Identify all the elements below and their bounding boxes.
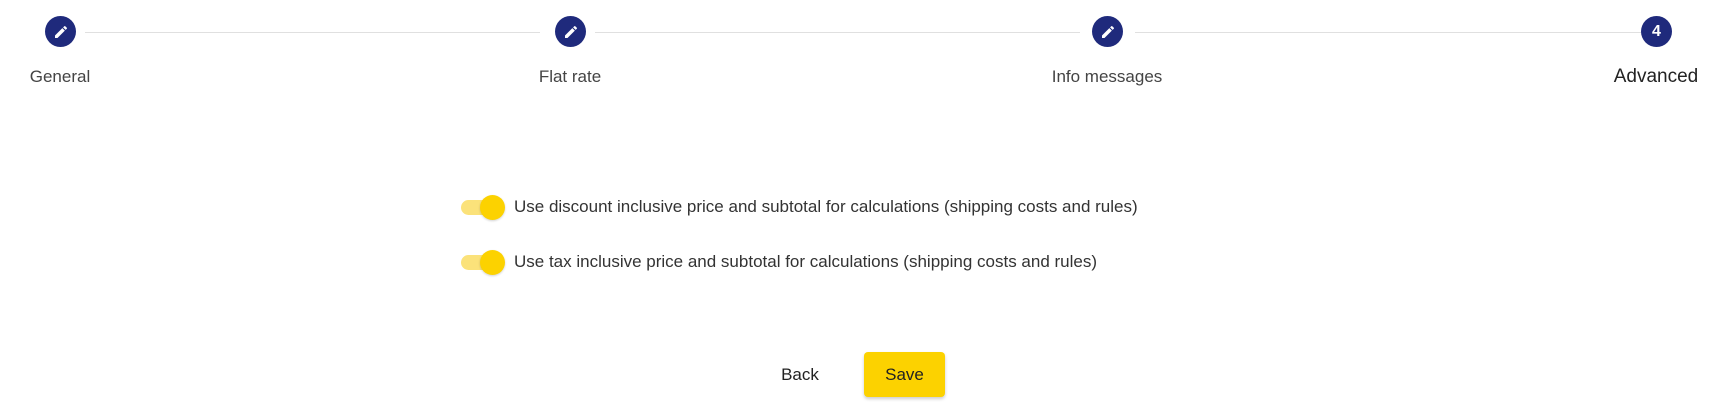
save-button[interactable]: Save (864, 352, 945, 397)
step-connector (595, 32, 1080, 33)
back-button[interactable]: Back (762, 355, 838, 395)
step-info-messages-circle[interactable] (1092, 16, 1123, 47)
toggle-thumb[interactable] (480, 250, 505, 275)
pencil-icon (1101, 25, 1114, 38)
step-flat-rate-label: Flat rate (538, 67, 602, 86)
step-general-label: General (29, 67, 91, 86)
step-advanced-label: Advanced (1613, 66, 1699, 87)
step-connector (85, 32, 540, 33)
step-connector (1135, 32, 1645, 33)
pencil-icon (54, 25, 67, 38)
tax-inclusive-toggle[interactable] (459, 247, 505, 277)
discount-inclusive-option: Use discount inclusive price and subtota… (459, 192, 1138, 222)
toggle-thumb[interactable] (480, 195, 505, 220)
tax-inclusive-label: Use tax inclusive price and subtotal for… (514, 252, 1098, 271)
discount-inclusive-toggle[interactable] (459, 192, 505, 222)
stepper: General Flat rate Info messages 4 Advanc… (0, 0, 1727, 100)
step-general-circle[interactable] (45, 16, 76, 47)
step-advanced-number[interactable]: 4 (1641, 16, 1672, 47)
step-flat-rate-circle[interactable] (555, 16, 586, 47)
discount-inclusive-label: Use discount inclusive price and subtota… (514, 197, 1138, 216)
pencil-icon (564, 25, 577, 38)
tax-inclusive-option: Use tax inclusive price and subtotal for… (459, 247, 1097, 277)
step-info-messages-label: Info messages (1051, 67, 1163, 86)
